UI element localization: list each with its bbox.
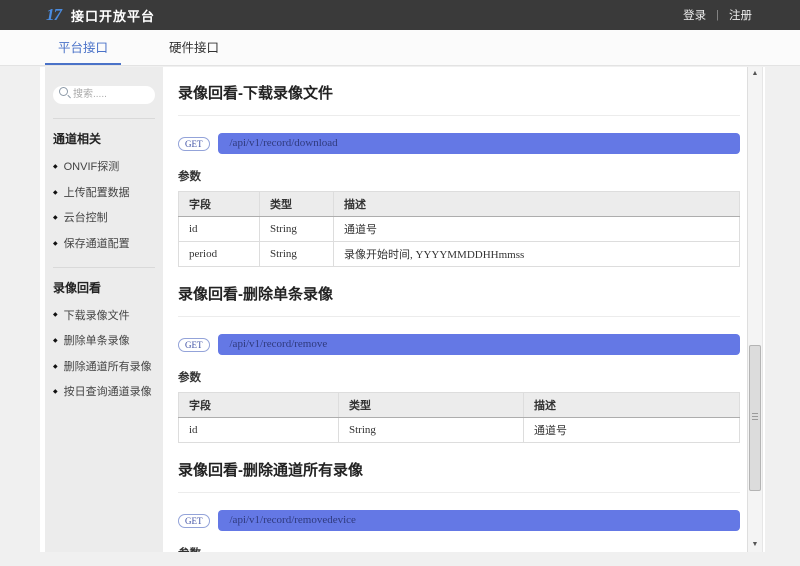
- cell-type: String: [339, 418, 524, 443]
- params-label: 参数: [178, 168, 740, 184]
- scrollbar-grip: [752, 413, 758, 421]
- diamond-bullet-icon: ◆: [53, 164, 58, 171]
- section-divider: [178, 115, 740, 116]
- logo-icon: 17: [46, 5, 61, 25]
- diamond-bullet-icon: ◆: [53, 389, 58, 396]
- col-header-type: 类型: [260, 192, 334, 217]
- cell-description: 录像开始时间, YYYYMMDDHHmmss: [334, 242, 740, 267]
- sidebar-item-label: 下载录像文件: [64, 310, 130, 323]
- endpoint-row: GET /api/v1/record/removedevice: [178, 510, 740, 531]
- content-area: 录像回看-下载录像文件 GET /api/v1/record/download …: [163, 67, 746, 552]
- tab-hardware-api[interactable]: 硬件接口: [156, 30, 232, 65]
- cell-field: period: [179, 242, 260, 267]
- tab-bar: 平台接口 硬件接口: [0, 30, 800, 66]
- table-row: id String 通道号: [179, 217, 740, 242]
- sidebar-item-label: 上传配置数据: [64, 187, 130, 200]
- login-link[interactable]: 登录: [673, 7, 716, 23]
- sidebar-item-label: ONVIF探测: [64, 161, 120, 174]
- section-title-remove-device-records: 录像回看-删除通道所有录像: [178, 459, 740, 480]
- sidebar-item-remove-record[interactable]: ◆ 删除单条录像: [53, 335, 155, 348]
- sidebar-item-label: 删除单条录像: [64, 335, 130, 348]
- scroll-up-icon[interactable]: ▲: [748, 68, 762, 80]
- endpoint-row: GET /api/v1/record/download: [178, 133, 740, 154]
- http-method-badge: GET: [178, 137, 210, 151]
- params-label: 参数: [178, 545, 740, 552]
- diamond-bullet-icon: ◆: [53, 190, 58, 197]
- section-title-download-record: 录像回看-下载录像文件: [178, 82, 740, 103]
- cell-type: String: [260, 217, 334, 242]
- scroll-down-icon[interactable]: ▼: [748, 539, 762, 551]
- sidebar-item-upload-config[interactable]: ◆ 上传配置数据: [53, 187, 155, 200]
- diamond-bullet-icon: ◆: [53, 241, 58, 248]
- sidebar: 通道相关 ◆ ONVIF探测 ◆ 上传配置数据 ◆ 云台控制 ◆ 保存通道配置 …: [45, 67, 163, 552]
- sidebar-item-label: 保存通道配置: [64, 238, 130, 251]
- search-icon: [59, 87, 68, 96]
- sidebar-item-ptz-control[interactable]: ◆ 云台控制: [53, 212, 155, 225]
- col-header-description: 描述: [334, 192, 740, 217]
- table-header-row: 字段 类型 描述: [179, 393, 740, 418]
- sidebar-item-label: 按日查询通道录像: [64, 386, 152, 399]
- http-method-badge: GET: [178, 338, 210, 352]
- sidebar-item-download-record[interactable]: ◆ 下载录像文件: [53, 310, 155, 323]
- diamond-bullet-icon: ◆: [53, 312, 58, 319]
- sidebar-divider: [53, 267, 155, 268]
- sidebar-item-remove-device-records[interactable]: ◆ 删除通道所有录像: [53, 361, 155, 374]
- table-row: id String 通道号: [179, 418, 740, 443]
- cell-field: id: [179, 217, 260, 242]
- params-table: 字段 类型 描述 id String 通道号 period String 录像开…: [178, 191, 740, 267]
- diamond-bullet-icon: ◆: [53, 364, 58, 371]
- main-panel: 通道相关 ◆ ONVIF探测 ◆ 上传配置数据 ◆ 云台控制 ◆ 保存通道配置 …: [40, 67, 765, 552]
- endpoint-url: /api/v1/record/download: [218, 133, 741, 154]
- cell-field: id: [179, 418, 339, 443]
- vertical-scrollbar[interactable]: ▲ ▼: [747, 67, 763, 552]
- app-header: 17 接口开放平台 登录 | 注册: [0, 0, 800, 30]
- register-link[interactable]: 注册: [719, 7, 762, 23]
- search-box: [53, 84, 155, 102]
- params-table: 字段 类型 描述 id String 通道号: [178, 392, 740, 443]
- sidebar-group-title-playback: 录像回看: [53, 279, 155, 296]
- sidebar-item-label: 云台控制: [64, 212, 108, 225]
- section-title-remove-record: 录像回看-删除单条录像: [178, 283, 740, 304]
- app-title: 接口开放平台: [71, 6, 155, 25]
- sidebar-item-label: 删除通道所有录像: [64, 361, 152, 374]
- sidebar-item-onvif-probe[interactable]: ◆ ONVIF探测: [53, 161, 155, 174]
- diamond-bullet-icon: ◆: [53, 215, 58, 222]
- cell-description: 通道号: [524, 418, 740, 443]
- endpoint-row: GET /api/v1/record/remove: [178, 334, 740, 355]
- col-header-type: 类型: [339, 393, 524, 418]
- diamond-bullet-icon: ◆: [53, 338, 58, 345]
- header-auth-links: 登录 | 注册: [673, 7, 762, 23]
- table-header-row: 字段 类型 描述: [179, 192, 740, 217]
- section-divider: [178, 492, 740, 493]
- tab-platform-api[interactable]: 平台接口: [45, 30, 121, 65]
- sidebar-group-title-channel: 通道相关: [53, 130, 155, 147]
- http-method-badge: GET: [178, 514, 210, 528]
- scrollbar-thumb[interactable]: [749, 345, 761, 491]
- params-label: 参数: [178, 369, 740, 385]
- table-row: period String 录像开始时间, YYYYMMDDHHmmss: [179, 242, 740, 267]
- sidebar-item-query-records-by-day[interactable]: ◆ 按日查询通道录像: [53, 386, 155, 399]
- col-header-field: 字段: [179, 393, 339, 418]
- cell-type: String: [260, 242, 334, 267]
- endpoint-url: /api/v1/record/remove: [218, 334, 741, 355]
- col-header-description: 描述: [524, 393, 740, 418]
- endpoint-url: /api/v1/record/removedevice: [218, 510, 741, 531]
- col-header-field: 字段: [179, 192, 260, 217]
- sidebar-divider: [53, 118, 155, 119]
- section-divider: [178, 316, 740, 317]
- sidebar-item-save-channel-config[interactable]: ◆ 保存通道配置: [53, 238, 155, 251]
- cell-description: 通道号: [334, 217, 740, 242]
